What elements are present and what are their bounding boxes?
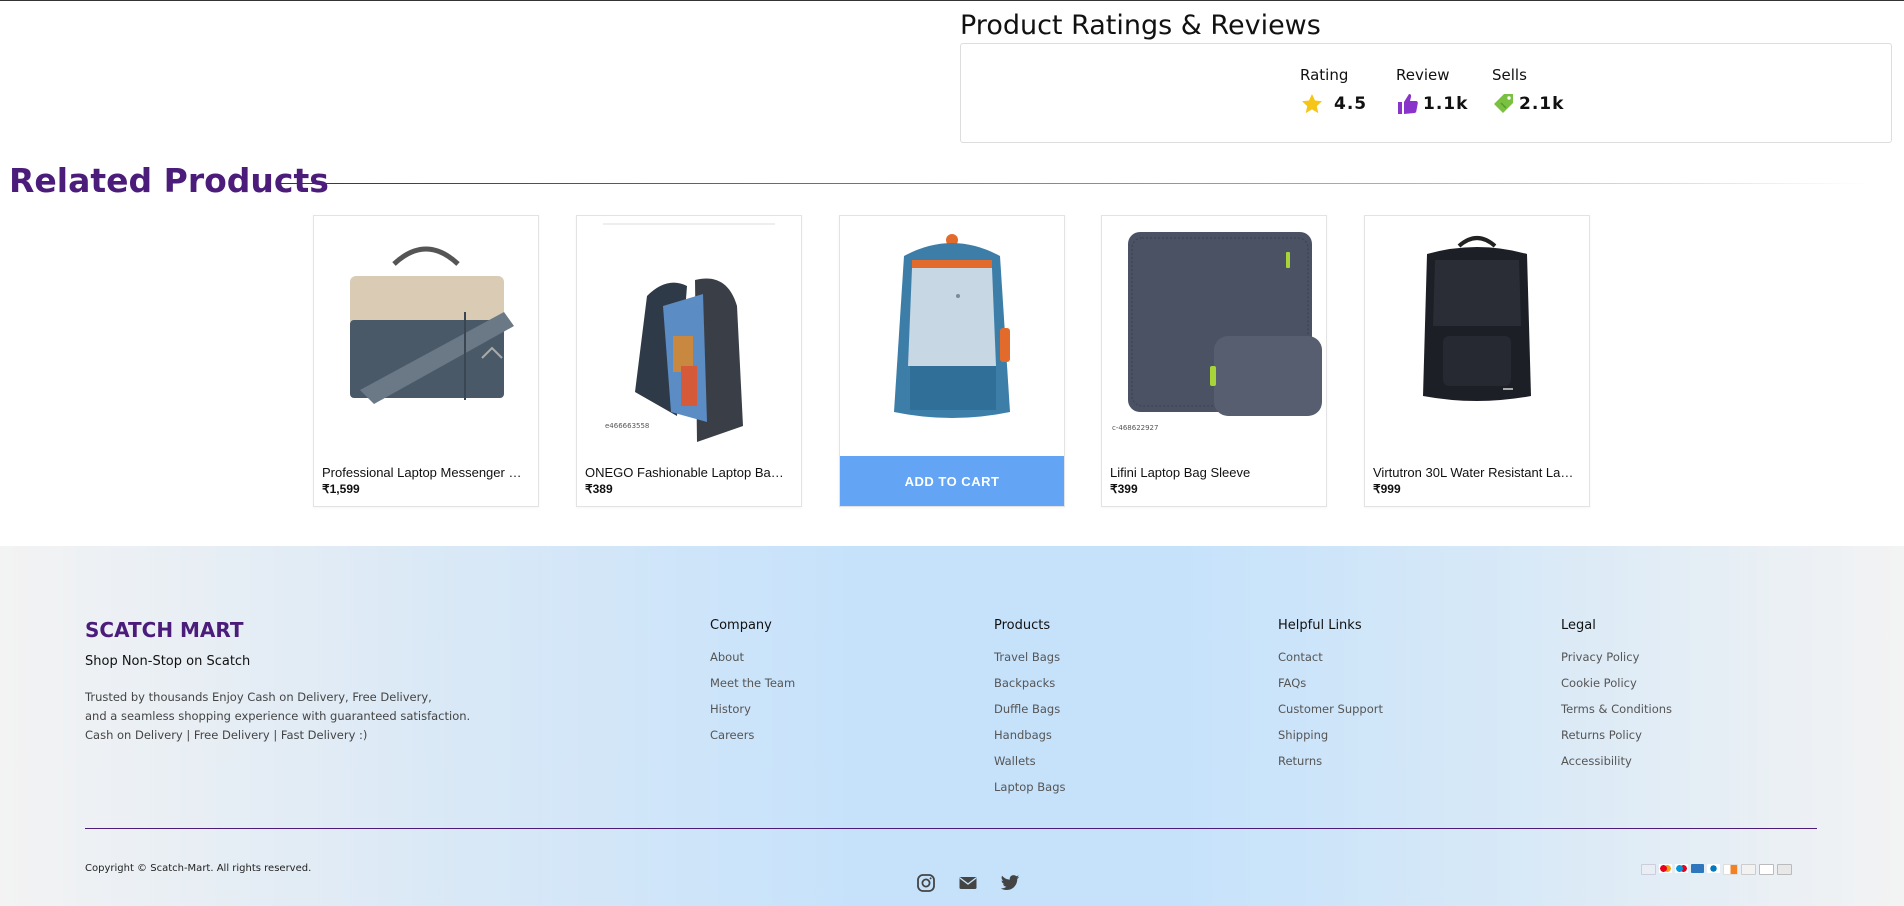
footer-link[interactable]: Accessibility	[1561, 753, 1672, 779]
footer-brand[interactable]: SCATCH MART	[85, 618, 244, 642]
rupay-icon	[1741, 864, 1756, 875]
column-heading: Legal	[1561, 618, 1596, 633]
social-links	[916, 873, 1020, 893]
footer-link[interactable]: History	[710, 701, 795, 727]
column-heading: Helpful Links	[1278, 618, 1362, 633]
add-to-cart-button[interactable]: ADD TO CART	[840, 456, 1064, 506]
footer-link[interactable]: Returns Policy	[1561, 727, 1672, 753]
footer-link[interactable]: Customer Support	[1278, 701, 1383, 727]
footer-link[interactable]: Backpacks	[994, 675, 1065, 701]
footer-link[interactable]: Travel Bags	[994, 649, 1065, 675]
footer-link[interactable]: Laptop Bags	[994, 779, 1065, 805]
netbanking-icon	[1759, 864, 1774, 875]
product-card[interactable]: c-468622927 Lifini Laptop Bag Sleeve ₹39…	[1101, 215, 1327, 507]
stat-review-value: 1.1k	[1423, 94, 1469, 114]
footer-link[interactable]: FAQs	[1278, 675, 1383, 701]
stat-sells: Sells 2.1k	[1492, 66, 1564, 116]
visa-icon	[1641, 864, 1656, 875]
stat-rating-value: 4.5	[1334, 94, 1368, 114]
footer-link[interactable]: Privacy Policy	[1561, 649, 1672, 675]
footer-link[interactable]: Terms & Conditions	[1561, 701, 1672, 727]
copyright-text: Copyright © Scatch-Mart. All rights rese…	[85, 863, 312, 874]
product-image-black-backpack[interactable]	[1365, 216, 1589, 456]
star-icon	[1300, 92, 1324, 116]
product-image-messenger-bag[interactable]	[314, 216, 538, 456]
product-price: ₹389	[585, 482, 613, 496]
ratings-box: Rating 4.5 Review 1.1k Sells 2.1k	[960, 43, 1892, 143]
stat-rating-label: Rating	[1300, 66, 1349, 84]
footer-column-products: Products Travel Bags Backpacks Duffle Ba…	[994, 618, 1065, 805]
stat-review-label: Review	[1396, 66, 1450, 84]
paypal-icon	[1777, 864, 1792, 875]
stat-sells-value: 2.1k	[1519, 94, 1565, 114]
payment-methods	[1641, 864, 1792, 875]
footer-column-legal: Legal Privacy Policy Cookie Policy Terms…	[1561, 618, 1672, 779]
footer-description: Trusted by thousands Enjoy Cash on Deliv…	[85, 688, 470, 745]
maestro-icon	[1675, 864, 1688, 873]
mail-icon[interactable]	[958, 873, 978, 893]
product-name[interactable]: ONEGO Fashionable Laptop Backpack	[585, 465, 790, 480]
stat-sells-label: Sells	[1492, 66, 1527, 84]
footer-link[interactable]: Careers	[710, 727, 795, 753]
product-card[interactable]: ADD TO CART	[839, 215, 1065, 507]
svg-text:c-468622927: c-468622927	[1112, 424, 1158, 432]
stat-rating: Rating 4.5	[1300, 66, 1367, 116]
product-price: ₹1,599	[322, 482, 360, 496]
desc-line: Cash on Delivery | Free Delivery | Fast …	[85, 728, 368, 742]
mastercard-icon	[1659, 864, 1672, 873]
related-products-title: Related Products	[9, 161, 329, 200]
product-image-open-backpack[interactable]: e466663558	[577, 216, 801, 456]
column-heading: Products	[994, 618, 1051, 633]
footer-link[interactable]: Returns	[1278, 753, 1383, 779]
twitter-icon[interactable]	[1000, 873, 1020, 893]
footer-link[interactable]: Contact	[1278, 649, 1383, 675]
footer-link[interactable]: Shipping	[1278, 727, 1383, 753]
discover-icon	[1723, 864, 1738, 875]
product-price: ₹999	[1373, 482, 1401, 496]
instagram-icon[interactable]	[916, 873, 936, 893]
product-name[interactable]: Lifini Laptop Bag Sleeve	[1110, 465, 1315, 480]
column-heading: Company	[710, 618, 772, 633]
product-card[interactable]: Virtutron 30L Water Resistant Laptop Bac…	[1364, 215, 1590, 507]
footer-link[interactable]: About	[710, 649, 795, 675]
svg-text:e466663558: e466663558	[605, 422, 649, 430]
title-divider	[279, 183, 1869, 184]
diners-icon	[1707, 864, 1720, 873]
footer-link[interactable]: Wallets	[994, 753, 1065, 779]
footer-column-company: Company About Meet the Team History Care…	[710, 618, 795, 753]
footer-divider	[85, 828, 1817, 829]
tag-icon	[1492, 92, 1516, 116]
footer-column-helpful-links: Helpful Links Contact FAQs Customer Supp…	[1278, 618, 1383, 779]
product-name[interactable]: Virtutron 30L Water Resistant Laptop Bac…	[1373, 465, 1578, 480]
footer-tagline: Shop Non-Stop on Scatch	[85, 654, 251, 669]
product-name[interactable]: Professional Laptop Messenger Bag	[322, 465, 527, 480]
product-price: ₹399	[1110, 482, 1138, 496]
footer-link[interactable]: Duffle Bags	[994, 701, 1065, 727]
footer-link[interactable]: Handbags	[994, 727, 1065, 753]
product-card[interactable]: e466663558 ONEGO Fashionable Laptop Back…	[576, 215, 802, 507]
footer: SCATCH MART Shop Non-Stop on Scatch Trus…	[0, 546, 1904, 906]
footer-link[interactable]: Cookie Policy	[1561, 675, 1672, 701]
product-image-laptop-sleeve[interactable]: c-468622927	[1102, 216, 1326, 456]
desc-line: and a seamless shopping experience with …	[85, 709, 471, 723]
stat-review: Review 1.1k	[1396, 66, 1468, 116]
product-image-blue-backpack[interactable]	[840, 216, 1064, 456]
footer-link[interactable]: Meet the Team	[710, 675, 795, 701]
desc-line: Trusted by thousands Enjoy Cash on Deliv…	[85, 690, 432, 704]
thumbs-up-icon	[1396, 92, 1420, 116]
product-card[interactable]: Professional Laptop Messenger Bag ₹1,599	[313, 215, 539, 507]
amex-icon	[1691, 864, 1704, 873]
ratings-title: Product Ratings & Reviews	[960, 10, 1321, 41]
